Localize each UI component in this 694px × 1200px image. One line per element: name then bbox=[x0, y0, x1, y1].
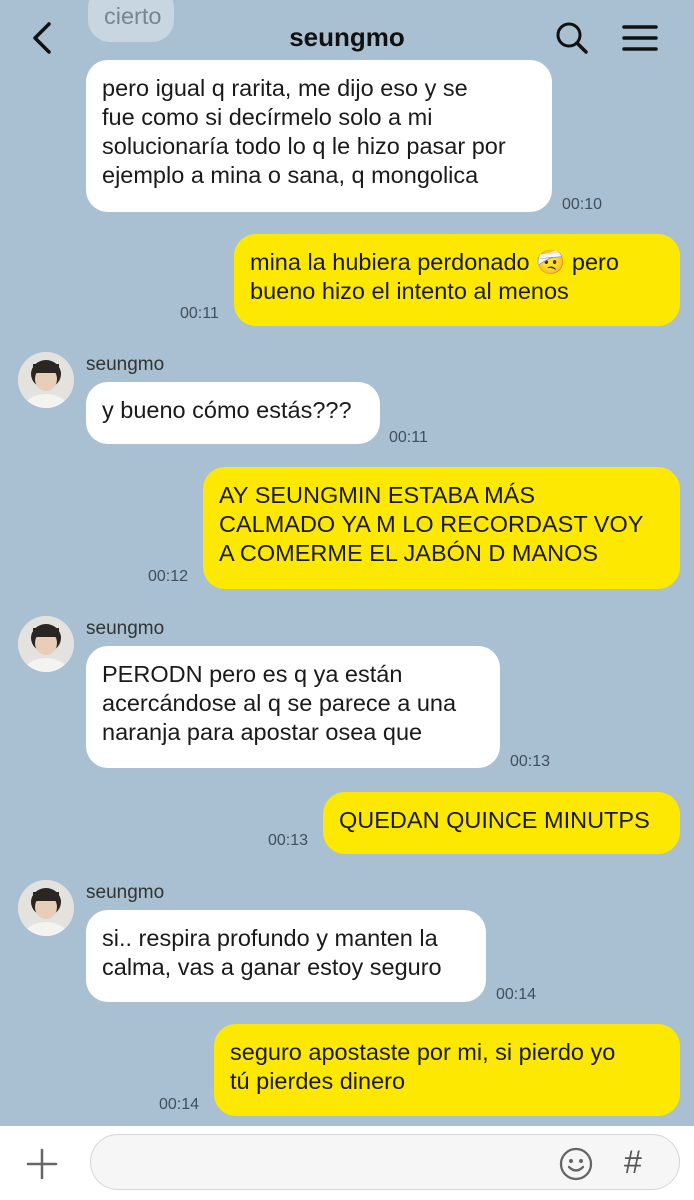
message-bubble-incoming[interactable]: si.. respira profundo y manten la calma,… bbox=[86, 910, 486, 1002]
sender-name: seungmo bbox=[86, 882, 165, 903]
sender-name: seungmo bbox=[86, 354, 165, 375]
message-text-line: ejemplo a mina o sana, q mongolica bbox=[102, 162, 479, 188]
message-text-line: bueno hizo el intento al menos bbox=[250, 278, 569, 304]
message-text-line: mina la hubiera perdonado 🤕 pero bbox=[250, 249, 619, 275]
avatar[interactable] bbox=[18, 880, 74, 936]
message-text-line: acercándose al q se parece a una bbox=[102, 690, 457, 716]
message-bubble-incoming[interactable]: y bueno cómo estás??? bbox=[86, 382, 380, 444]
message-text: y bueno cómo estás??? bbox=[102, 397, 352, 423]
message-time: 00:10 bbox=[562, 196, 603, 213]
message-time: 00:13 bbox=[268, 832, 309, 849]
attach-button[interactable] bbox=[22, 1144, 62, 1184]
search-icon bbox=[556, 22, 588, 54]
emoji-button[interactable] bbox=[558, 1146, 594, 1182]
message-bubble-outgoing[interactable]: AY SEUNGMIN ESTABA MÁS CALMADO YA M LO R… bbox=[203, 467, 680, 589]
message-time: 00:12 bbox=[148, 568, 189, 585]
message-text-line: pero igual q rarita, me dijo eso y se bbox=[102, 75, 468, 101]
message-text-line: AY SEUNGMIN ESTABA MÁS bbox=[219, 482, 536, 508]
avatar[interactable] bbox=[18, 352, 74, 408]
message-text-line: seguro apostaste por mi, si pierdo yo bbox=[230, 1039, 616, 1065]
hashtag-icon[interactable]: # bbox=[624, 1144, 642, 1181]
message-text-line: naranja para apostar osea que bbox=[102, 719, 423, 745]
emoji-icon bbox=[559, 1147, 593, 1181]
message-text-line: A COMERME EL JABÓN D MANOS bbox=[219, 540, 599, 566]
message-bubble-outgoing[interactable]: seguro apostaste por mi, si pierdo yo tú… bbox=[214, 1024, 680, 1116]
message-text-line: calma, vas a ganar estoy seguro bbox=[102, 954, 442, 980]
plus-icon bbox=[26, 1148, 58, 1180]
message-time: 00:13 bbox=[510, 753, 551, 770]
message-time: 00:14 bbox=[496, 986, 537, 1003]
message-text-line: tú pierdes dinero bbox=[230, 1068, 406, 1094]
message-bubble-outgoing[interactable]: mina la hubiera perdonado 🤕 pero bueno h… bbox=[234, 234, 680, 326]
message-text: QUEDAN QUINCE MINUTPS bbox=[339, 807, 650, 833]
message-input-bar: # bbox=[0, 1126, 694, 1200]
message-text-line: solucionaría todo lo q le hizo pasar por bbox=[102, 133, 506, 159]
message-text-line: fue como si decírmelo solo a mi bbox=[102, 104, 433, 130]
message-text-line: si.. respira profundo y manten la bbox=[102, 925, 438, 951]
chat-header: seungmo bbox=[0, 0, 694, 78]
message-time: 00:11 bbox=[180, 305, 219, 322]
message-bubble-incoming[interactable]: pero igual q rarita, me dijo eso y se fu… bbox=[86, 60, 552, 212]
message-time: 00:11 bbox=[389, 429, 428, 446]
search-button[interactable] bbox=[552, 18, 592, 58]
menu-icon bbox=[622, 25, 658, 51]
message-text-line: PERODN pero es q ya están bbox=[102, 661, 403, 687]
avatar[interactable] bbox=[18, 616, 74, 672]
message-time: 00:14 bbox=[159, 1096, 200, 1113]
message-bubble-outgoing[interactable]: QUEDAN QUINCE MINUTPS bbox=[323, 792, 680, 854]
message-bubble-incoming[interactable]: PERODN pero es q ya están acercándose al… bbox=[86, 646, 500, 768]
menu-button[interactable] bbox=[620, 18, 660, 58]
sender-name: seungmo bbox=[86, 618, 165, 639]
message-text-line: CALMADO YA M LO RECORDAST VOY bbox=[219, 511, 644, 537]
